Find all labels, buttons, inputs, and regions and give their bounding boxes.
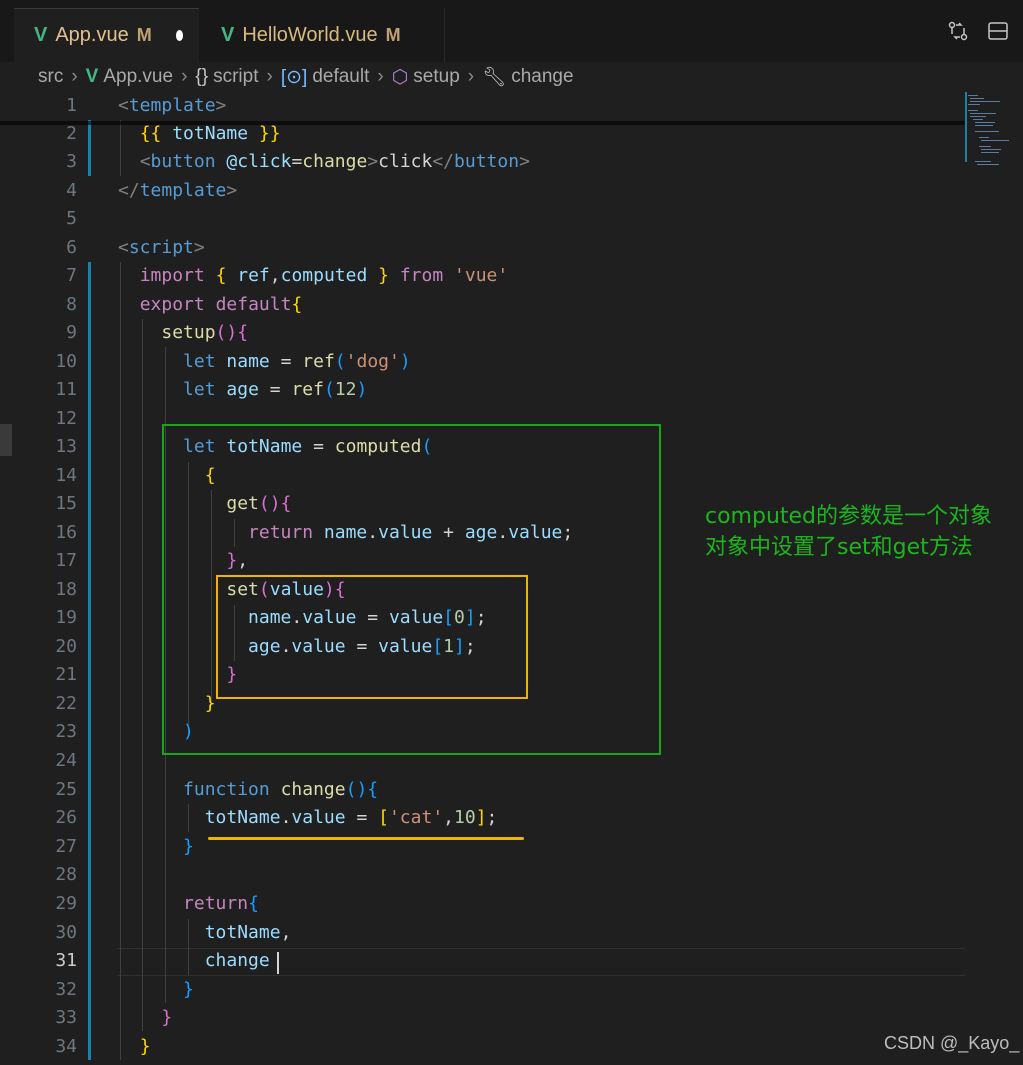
chevron-right-icon: › (71, 66, 78, 87)
code-line: <script> (118, 237, 205, 258)
line-number: 1 (66, 95, 77, 116)
namespace-icon: [⊙] (280, 66, 308, 88)
line-number: 22 (55, 693, 77, 714)
line-number: 5 (66, 208, 77, 229)
line-number: 34 (55, 1036, 77, 1057)
chevron-right-icon: › (467, 66, 475, 87)
code-line: </template> (118, 180, 238, 201)
annotation-underline (208, 837, 524, 840)
code-line: } (139, 1036, 151, 1057)
line-number: 26 (55, 807, 77, 828)
line-number: 23 (55, 721, 77, 742)
braces-icon: {} (195, 66, 209, 87)
line-number: 28 (55, 864, 77, 885)
code-line: setup(){ (161, 322, 249, 343)
chevron-right-icon: › (377, 66, 384, 87)
vue-icon: V (221, 23, 235, 46)
line-number: 30 (55, 922, 77, 943)
code-line: totName.value = ['cat',10]; (204, 807, 498, 828)
compare-changes-icon[interactable] (947, 20, 969, 48)
line-number: 18 (55, 579, 77, 600)
chevron-right-icon: › (266, 66, 273, 87)
breadcrumb-default[interactable]: default (312, 66, 369, 88)
vue-icon: V (34, 24, 48, 46)
code-line: <template> (118, 95, 227, 116)
code-line: } (183, 979, 194, 1000)
modified-badge: M (136, 25, 152, 45)
annotation-orange-box (216, 575, 528, 699)
cube-icon: ⬡ (391, 66, 409, 88)
line-number: 3 (66, 151, 77, 172)
line-number: 12 (55, 408, 77, 429)
vue-icon: V (85, 66, 99, 87)
code-line: } (183, 836, 194, 857)
line-number: 8 (66, 294, 77, 315)
line-number: 4 (66, 180, 77, 201)
annotation-line-2: 对象中设置了set和get方法 (705, 535, 973, 560)
sticky-scroll-shadow (0, 121, 965, 125)
modified-badge: M (385, 24, 401, 45)
code-line: totName, (204, 922, 292, 943)
line-number: 9 (66, 322, 77, 343)
annotation-note: computed的参数是一个对象 对象中设置了set和get方法 (705, 501, 992, 563)
wrench-icon: 🔧︎ (482, 67, 507, 88)
line-number: 11 (55, 379, 77, 400)
code-line: function change(){ (183, 779, 379, 800)
line-number: 7 (66, 265, 77, 286)
line-number: 25 (55, 779, 77, 800)
watermark: CSDN @_Kayo_ (884, 1033, 1020, 1053)
tab-app-vue[interactable]: V App.vue M (14, 8, 199, 62)
line-number: 21 (55, 664, 77, 685)
tab-helloworld-vue[interactable]: V HelloWorld.vue M (201, 8, 445, 62)
tab-label: App.vue (55, 24, 129, 46)
line-number: 29 (55, 893, 77, 914)
code-line: let name = ref('dog') (183, 351, 411, 372)
breadcrumb-script[interactable]: script (213, 66, 258, 88)
breadcrumb-setup[interactable]: setup (413, 66, 459, 88)
code-line: import { ref,computed } from 'vue' (139, 265, 509, 286)
line-number: 10 (55, 351, 77, 372)
line-number: 24 (55, 750, 77, 771)
breadcrumb-change[interactable]: change (511, 66, 573, 88)
minimap[interactable] (965, 92, 1015, 172)
line-number-current: 31 (55, 950, 77, 971)
line-number: 16 (55, 522, 77, 543)
line-number: 27 (55, 836, 77, 857)
code-line: } (161, 1007, 173, 1028)
line-number: 6 (66, 237, 77, 258)
tab-bar: V App.vue M V HelloWorld.vue M (0, 0, 1023, 62)
unsaved-dot-icon[interactable] (175, 30, 183, 41)
tab-label: HelloWorld.vue (242, 23, 378, 46)
line-number: 17 (55, 550, 77, 571)
code-line: let age = ref(12) (183, 379, 368, 400)
split-editor-icon[interactable] (987, 20, 1009, 48)
code-line: <button @click=change>click</button> (139, 151, 530, 172)
line-number: 15 (55, 493, 77, 514)
line-number: 20 (55, 636, 77, 657)
line-number: 33 (55, 1007, 77, 1028)
line-number: 19 (55, 607, 77, 628)
line-number: 13 (55, 436, 77, 457)
breadcrumb: src › V App.vue › {} script › [⊙] defaul… (0, 62, 1023, 92)
annotation-line-1: computed的参数是一个对象 (705, 504, 993, 529)
code-line: change (204, 950, 270, 971)
code-line: export default{ (139, 294, 303, 315)
text-cursor (277, 952, 279, 974)
line-number: 32 (55, 979, 77, 1000)
chevron-right-icon: › (181, 66, 188, 87)
breadcrumb-folder[interactable]: src (38, 66, 63, 88)
breadcrumb-file[interactable]: App.vue (103, 66, 173, 88)
code-line: return{ (183, 893, 259, 914)
line-number: 14 (55, 465, 77, 486)
